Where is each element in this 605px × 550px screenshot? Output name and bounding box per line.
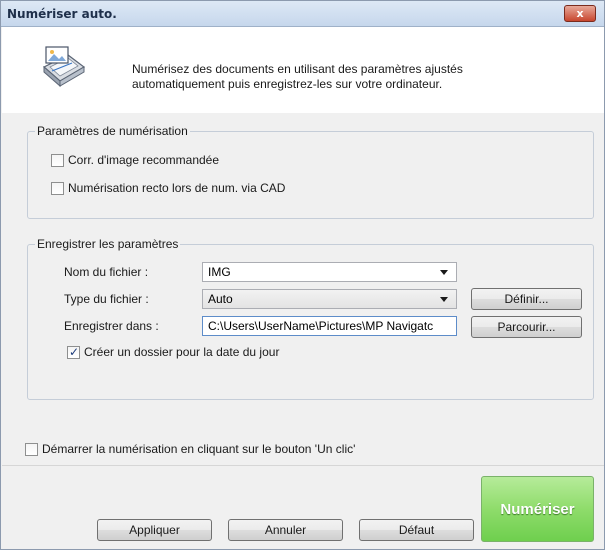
close-icon: x [576, 7, 584, 20]
window-title: Numériser auto. [7, 7, 117, 21]
cancel-button[interactable]: Annuler [228, 519, 343, 541]
simplex-adf-checkbox[interactable] [51, 182, 64, 195]
scan-settings-group [27, 131, 594, 219]
browse-button[interactable]: Parcourir... [471, 316, 582, 338]
simplex-adf-label[interactable]: Numérisation recto lors de num. via CAD [68, 181, 285, 195]
scan-button[interactable]: Numériser [481, 476, 594, 542]
create-date-folder-label[interactable]: Créer un dossier pour la date du jour [84, 345, 279, 359]
file-name-combo[interactable]: IMG [202, 262, 457, 282]
save-settings-legend: Enregistrer les paramètres [35, 237, 181, 251]
recommended-correction-label[interactable]: Corr. d'image recommandée [68, 153, 219, 167]
close-button[interactable]: x [564, 5, 596, 22]
header-panel: Numérisez des documents en utilisant des… [2, 27, 604, 113]
file-name-label: Nom du fichier : [64, 265, 149, 279]
header-description: Numérisez des documents en utilisant des… [132, 62, 532, 92]
file-type-label: Type du fichier : [64, 292, 149, 306]
apply-button[interactable]: Appliquer [97, 519, 212, 541]
scan-settings-legend: Paramètres de numérisation [35, 124, 190, 138]
description-line-1: Numérisez des documents en utilisant des… [132, 62, 463, 76]
create-date-folder-checkbox[interactable] [67, 345, 80, 359]
chevron-down-icon[interactable] [440, 270, 448, 275]
default-button[interactable]: Défaut [359, 519, 474, 541]
define-button[interactable]: Définir... [471, 288, 582, 310]
scanner-icon [42, 46, 86, 88]
dialog-window: Numériser auto. x Numérisez des document… [0, 0, 605, 550]
save-in-value: C:\Users\UserName\Pictures\MP Navigatc [208, 319, 434, 333]
one-click-checkbox[interactable] [25, 443, 38, 456]
save-in-field[interactable]: C:\Users\UserName\Pictures\MP Navigatc [202, 316, 457, 336]
chevron-down-icon[interactable] [440, 297, 448, 302]
footer-separator [2, 465, 604, 466]
title-bar[interactable]: Numériser auto. x [1, 1, 604, 27]
save-in-label: Enregistrer dans : [64, 319, 159, 333]
recommended-correction-checkbox[interactable] [51, 154, 64, 167]
description-line-2: automatiquement puis enregistrez-les sur… [132, 77, 443, 91]
file-name-value: IMG [208, 265, 231, 279]
file-type-select[interactable]: Auto [202, 289, 457, 309]
file-type-value: Auto [208, 292, 233, 306]
one-click-label[interactable]: Démarrer la numérisation en cliquant sur… [42, 442, 355, 456]
